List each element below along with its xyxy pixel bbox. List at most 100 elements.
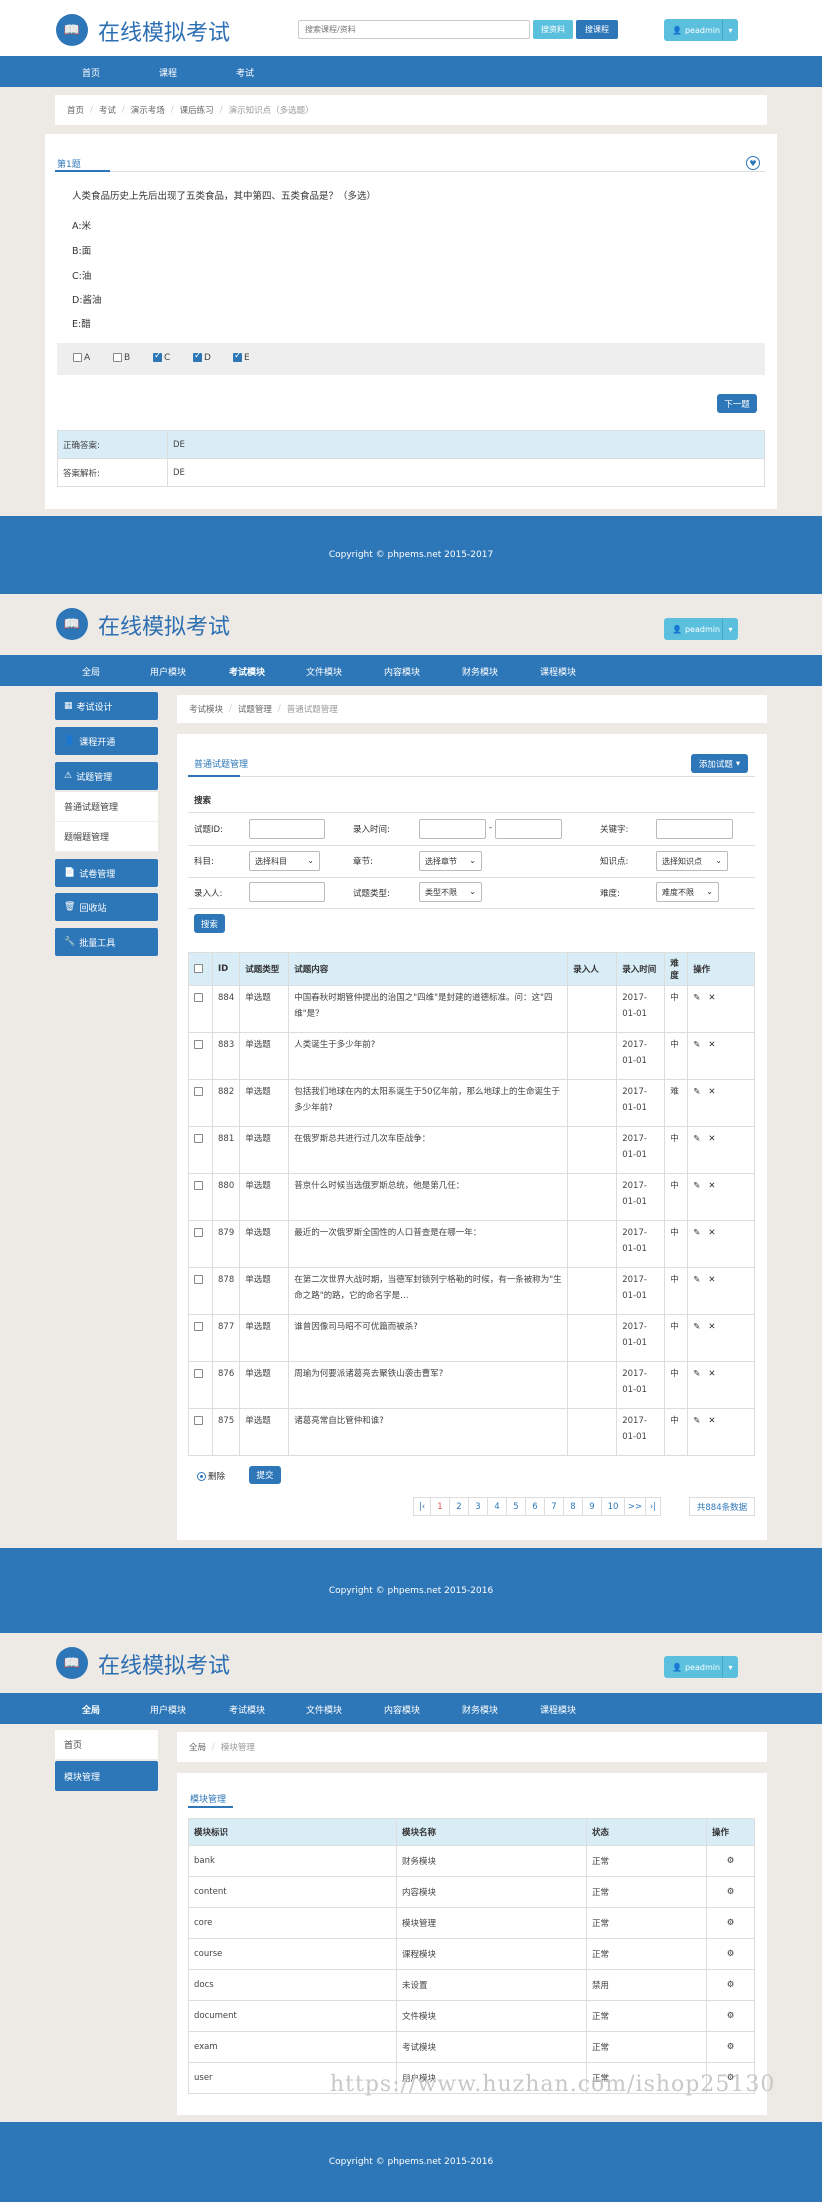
page-link[interactable]: 4 [487,1497,507,1516]
row-checkbox[interactable] [194,1228,203,1237]
nav-exam[interactable]: 考试模块 [229,1703,265,1716]
settings-gear-icon[interactable]: ⚙ [727,1980,735,1990]
select-all-checkbox[interactable] [194,964,203,973]
nav-global[interactable]: 全局 [82,665,100,678]
user-menu-button[interactable]: 👤 peadmin ▾ [664,1656,738,1678]
nav-course[interactable]: 课程模块 [540,1703,576,1716]
sidebar-course-open[interactable]: 👤 课程开通 [55,727,158,755]
edit-icon[interactable]: ✎ [693,993,700,1003]
sidebar-question-manage[interactable]: ⚠ 试题管理 [55,762,158,790]
edit-icon[interactable]: ✎ [693,1275,700,1285]
edit-icon[interactable]: ✎ [693,1134,700,1144]
add-question-button[interactable]: 添加试题 ▾ [691,754,748,773]
row-checkbox[interactable] [194,993,203,1002]
filter-difficulty-select[interactable]: 难度不限 ⌄ [656,882,719,902]
answer-b[interactable]: B [113,353,130,363]
page-link[interactable]: 9 [582,1497,602,1516]
submit-button[interactable]: 提交 [249,1466,281,1484]
checkbox-e[interactable] [233,351,242,362]
filter-id-input[interactable] [249,819,325,839]
filter-type-select[interactable]: 类型不限 ⌄ [419,882,482,902]
answer-e[interactable]: E [233,351,250,363]
row-checkbox[interactable] [194,1134,203,1143]
page-link[interactable]: 2 [449,1497,469,1516]
sidebar-recycle-bin[interactable]: 🗑 回收站 [55,893,158,921]
nav-file[interactable]: 文件模块 [306,1703,342,1716]
row-checkbox[interactable] [194,1322,203,1331]
checkbox-a[interactable] [73,353,82,362]
delete-icon[interactable]: ✕ [708,1275,715,1285]
checkbox-c[interactable] [153,351,162,362]
row-checkbox-cell[interactable] [188,1220,213,1268]
page-link[interactable]: 8 [563,1497,583,1516]
settings-gear-icon[interactable]: ⚙ [727,2042,735,2052]
edit-icon[interactable]: ✎ [693,1087,700,1097]
edit-icon[interactable]: ✎ [693,1416,700,1426]
settings-gear-icon[interactable]: ⚙ [727,1918,735,1928]
row-checkbox[interactable] [194,1181,203,1190]
filter-time-start-input[interactable] [419,819,486,839]
sidebar-paper-manage[interactable]: 📄 试卷管理 [55,859,158,887]
nav-exam[interactable]: 考试模块 [229,665,265,678]
filter-subject-select[interactable]: 选择科目 ⌄ [249,851,320,871]
row-checkbox-cell[interactable] [188,1126,213,1174]
settings-gear-icon[interactable]: ⚙ [727,1949,735,1959]
page-link[interactable]: >> [624,1497,646,1516]
sidebar-home[interactable]: 首页 [55,1730,158,1760]
search-input[interactable] [298,20,530,39]
page-link[interactable]: 3 [468,1497,488,1516]
nav-course[interactable]: 课程模块 [540,665,576,678]
settings-gear-icon[interactable]: ⚙ [727,1856,735,1866]
filter-time-end-input[interactable] [495,819,562,839]
sidebar-exam-design[interactable]: ▦ 考试设计 [55,692,158,720]
nav-home[interactable]: 首页 [82,66,100,79]
search-material-button[interactable]: 搜资料 [533,20,573,39]
page-link[interactable]: 10 [601,1497,625,1516]
page-link[interactable]: |‹ [413,1497,431,1516]
row-checkbox[interactable] [194,1040,203,1049]
nav-finance[interactable]: 财务模块 [462,665,498,678]
delete-icon[interactable]: ✕ [708,1040,715,1050]
row-checkbox-cell[interactable] [188,1314,213,1362]
page-link[interactable]: ›| [645,1497,661,1516]
filter-author-input[interactable] [249,882,325,902]
filter-point-select[interactable]: 选择知识点 ⌄ [656,851,728,871]
sidebar-sub-hat-questions[interactable]: 题帽题管理 [55,822,158,852]
checkbox-b[interactable] [113,353,122,362]
delete-radio-option[interactable]: 删除 [197,1470,225,1482]
row-checkbox-cell[interactable] [188,1079,213,1127]
caret-down-icon[interactable]: ▾ [722,1656,738,1678]
row-checkbox-cell[interactable] [188,1408,213,1456]
checkbox-d[interactable] [193,351,202,362]
favorite-heart-icon[interactable]: ♥ [746,156,760,170]
row-checkbox-cell[interactable] [188,1173,213,1221]
filter-chapter-select[interactable]: 选择章节 ⌄ [419,851,482,871]
row-checkbox-cell[interactable] [188,985,213,1033]
row-checkbox-cell[interactable] [188,1032,213,1080]
row-checkbox-cell[interactable] [188,1361,213,1409]
caret-down-icon[interactable]: ▾ [722,618,738,640]
settings-gear-icon[interactable]: ⚙ [727,1887,735,1897]
row-checkbox[interactable] [194,1369,203,1378]
delete-icon[interactable]: ✕ [708,1181,715,1191]
user-menu-button[interactable]: 👤 peadmin ▾ [664,19,738,41]
delete-icon[interactable]: ✕ [708,1087,715,1097]
sidebar-batch-tools[interactable]: 🔧 批量工具 [55,928,158,956]
edit-icon[interactable]: ✎ [693,1181,700,1191]
answer-c[interactable]: C [153,351,170,363]
filter-keyword-input[interactable] [656,819,733,839]
search-button[interactable]: 搜索 [194,914,225,933]
bc-home[interactable]: 首页 [67,104,84,116]
edit-icon[interactable]: ✎ [693,1228,700,1238]
bc-question-manage[interactable]: 试题管理 [238,703,272,715]
nav-file[interactable]: 文件模块 [306,665,342,678]
edit-icon[interactable]: ✎ [693,1040,700,1050]
delete-icon[interactable]: ✕ [708,1416,715,1426]
delete-icon[interactable]: ✕ [708,1322,715,1332]
bc-practice[interactable]: 课后练习 [180,104,214,116]
bc-global[interactable]: 全局 [189,1741,206,1753]
nav-finance[interactable]: 财务模块 [462,1703,498,1716]
edit-icon[interactable]: ✎ [693,1369,700,1379]
delete-icon[interactable]: ✕ [708,1134,715,1144]
edit-icon[interactable]: ✎ [693,1322,700,1332]
